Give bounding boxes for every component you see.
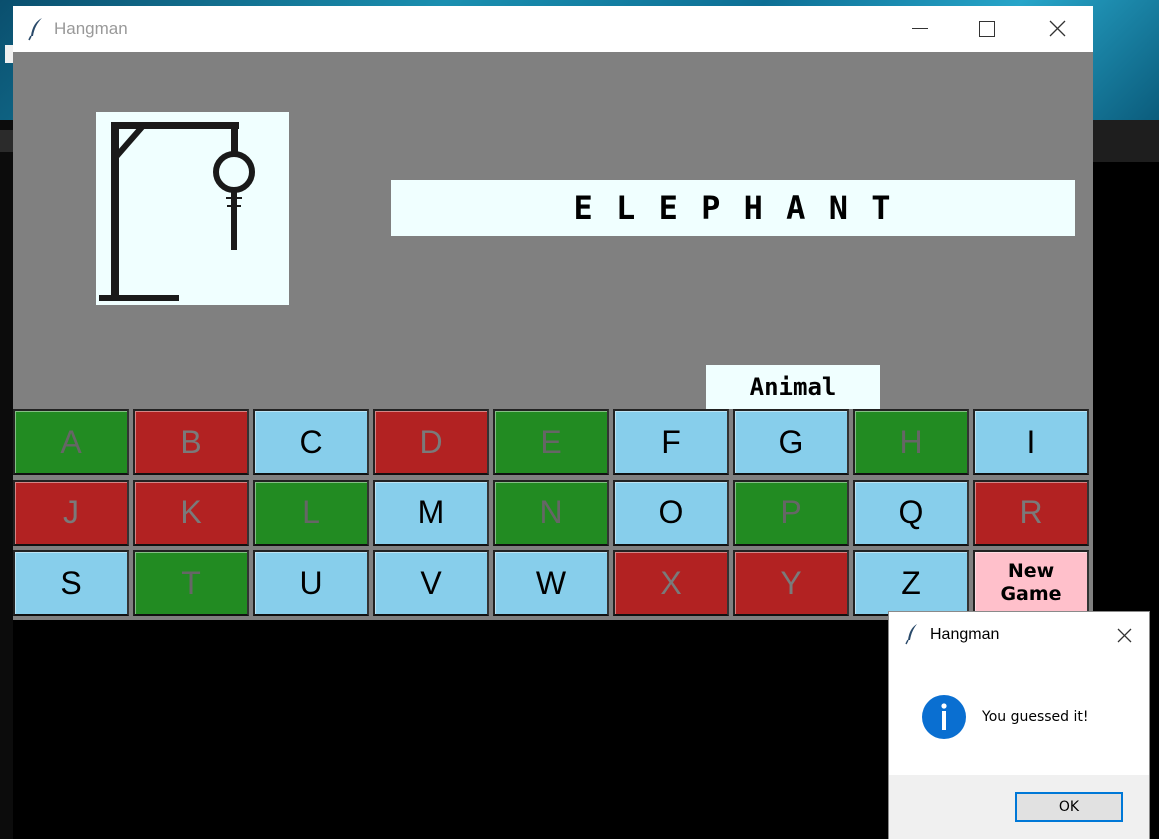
desktop-icon [5, 45, 13, 63]
letter-key-m[interactable]: M [373, 479, 489, 546]
letter-key-e[interactable]: E [493, 409, 609, 475]
letter-key-w[interactable]: W [493, 550, 609, 616]
letter-key-i[interactable]: I [973, 409, 1089, 475]
letter-key-t[interactable]: T [133, 550, 249, 616]
background-console-tab [0, 130, 13, 152]
feather-icon [28, 18, 42, 41]
dialog-footer: OK [889, 775, 1149, 839]
letter-key-q[interactable]: Q [853, 479, 969, 546]
letter-key-y[interactable]: Y [733, 550, 849, 616]
category-text: Animal [749, 373, 837, 401]
letter-key-l[interactable]: L [253, 479, 369, 546]
letter-key-n[interactable]: N [493, 479, 609, 546]
window-title: Hangman [54, 19, 128, 38]
letter-key-f[interactable]: F [613, 409, 729, 475]
letter-key-a[interactable]: A [13, 409, 129, 475]
background-console [0, 120, 13, 839]
minimize-icon[interactable] [893, 6, 953, 52]
hangman-drawing [96, 112, 289, 305]
maximize-icon[interactable] [957, 6, 1017, 52]
feather-icon [905, 624, 917, 645]
new-game-button[interactable]: New Game [973, 550, 1089, 616]
word-display: E L E P H A N T [391, 180, 1075, 236]
letter-key-z[interactable]: Z [853, 550, 969, 616]
letter-key-v[interactable]: V [373, 550, 489, 616]
letter-key-d[interactable]: D [373, 409, 489, 475]
message-dialog: Hangman You guessed it! OK [889, 612, 1149, 839]
dialog-close-icon[interactable] [1109, 620, 1139, 650]
letter-key-p[interactable]: P [733, 479, 849, 546]
letter-key-k[interactable]: K [133, 479, 249, 546]
new-game-label-line2: Game [1000, 583, 1062, 605]
letter-key-r[interactable]: R [973, 479, 1089, 546]
letter-key-o[interactable]: O [613, 479, 729, 546]
letter-key-g[interactable]: G [733, 409, 849, 475]
letter-key-u[interactable]: U [253, 550, 369, 616]
ok-button[interactable]: OK [1015, 792, 1123, 822]
category-label: Animal [706, 365, 880, 409]
dialog-message: You guessed it! [982, 709, 1089, 725]
background-window-titlebar [1093, 120, 1159, 162]
letter-key-c[interactable]: C [253, 409, 369, 475]
letter-key-j[interactable]: J [13, 479, 129, 546]
letter-key-s[interactable]: S [13, 550, 129, 616]
guessed-word: E L E P H A N T [573, 189, 893, 227]
close-icon[interactable] [1027, 6, 1087, 52]
letter-key-x[interactable]: X [613, 550, 729, 616]
info-icon [922, 695, 966, 739]
letter-key-h[interactable]: H [853, 409, 969, 475]
window-titlebar: Hangman [13, 6, 1093, 52]
ok-button-label: OK [1058, 799, 1080, 815]
hangman-window: Hangman E L E P H A N T Animal ZYXWVUTS R… [13, 6, 1093, 620]
letter-key-b[interactable]: B [133, 409, 249, 475]
dialog-title: Hangman [930, 626, 1000, 643]
letter-keyboard: ZYXWVUTS RQPONMLKJ IHGFEDCBA New Game [13, 409, 1093, 620]
new-game-label-line1: New [1007, 560, 1055, 582]
